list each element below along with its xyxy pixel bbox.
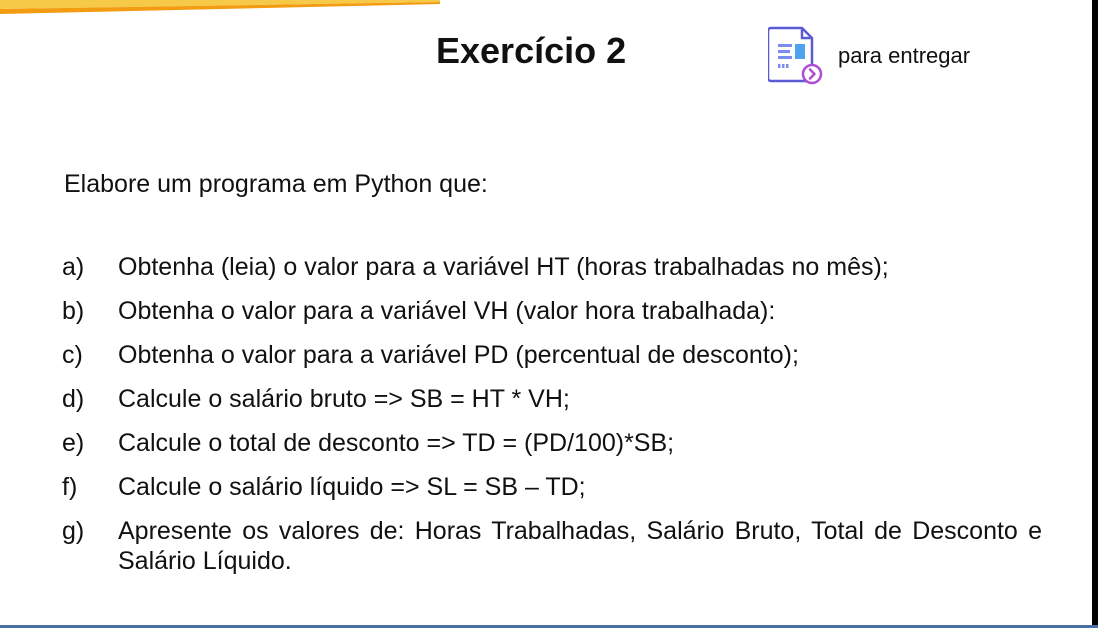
task-text: Calcule o total de desconto => TD = (PD/… <box>118 429 675 457</box>
task-letter: e) <box>62 429 85 457</box>
task-text: Calcule o salário líquido => SL = SB – T… <box>118 473 586 501</box>
task-text: Calcule o salário bruto => SB = HT * VH; <box>118 385 570 413</box>
top-accent-stripe <box>0 0 440 14</box>
task-letter: b) <box>62 297 85 325</box>
task-letter: c) <box>62 341 83 369</box>
task-text: Apresente os valores de: Horas Trabalhad… <box>118 517 1042 575</box>
deliver-label: para entregar <box>838 43 971 68</box>
task-letter: a) <box>62 253 85 281</box>
task-text: Obtenha (leia) o valor para a variável H… <box>118 253 889 281</box>
list-item: a) Obtenha (leia) o valor para a variáve… <box>62 252 1042 282</box>
right-border <box>1092 0 1098 628</box>
list-item: d) Calcule o salário bruto => SB = HT * … <box>62 384 1042 414</box>
task-list: a) Obtenha (leia) o valor para a variáve… <box>62 252 1042 590</box>
task-text: Obtenha o valor para a variável VH (valo… <box>118 297 776 325</box>
page-title: Exercício 2 <box>436 30 627 71</box>
task-letter: f) <box>62 473 78 501</box>
list-item: b) Obtenha o valor para a variável VH (v… <box>62 296 1042 326</box>
list-item: e) Calcule o total de desconto => TD = (… <box>62 428 1042 458</box>
list-item: f) Calcule o salário líquido => SL = SB … <box>62 472 1042 502</box>
assignment-document-icon <box>768 26 823 85</box>
list-item: g) Apresente os valores de: Horas Trabal… <box>62 516 1042 576</box>
list-item: c) Obtenha o valor para a variável PD (p… <box>62 340 1042 370</box>
task-letter: d) <box>62 385 85 413</box>
task-text: Obtenha o valor para a variável PD (perc… <box>118 341 799 369</box>
intro-text: Elabore um programa em Python que: <box>64 170 488 198</box>
task-letter: g) <box>62 517 85 545</box>
